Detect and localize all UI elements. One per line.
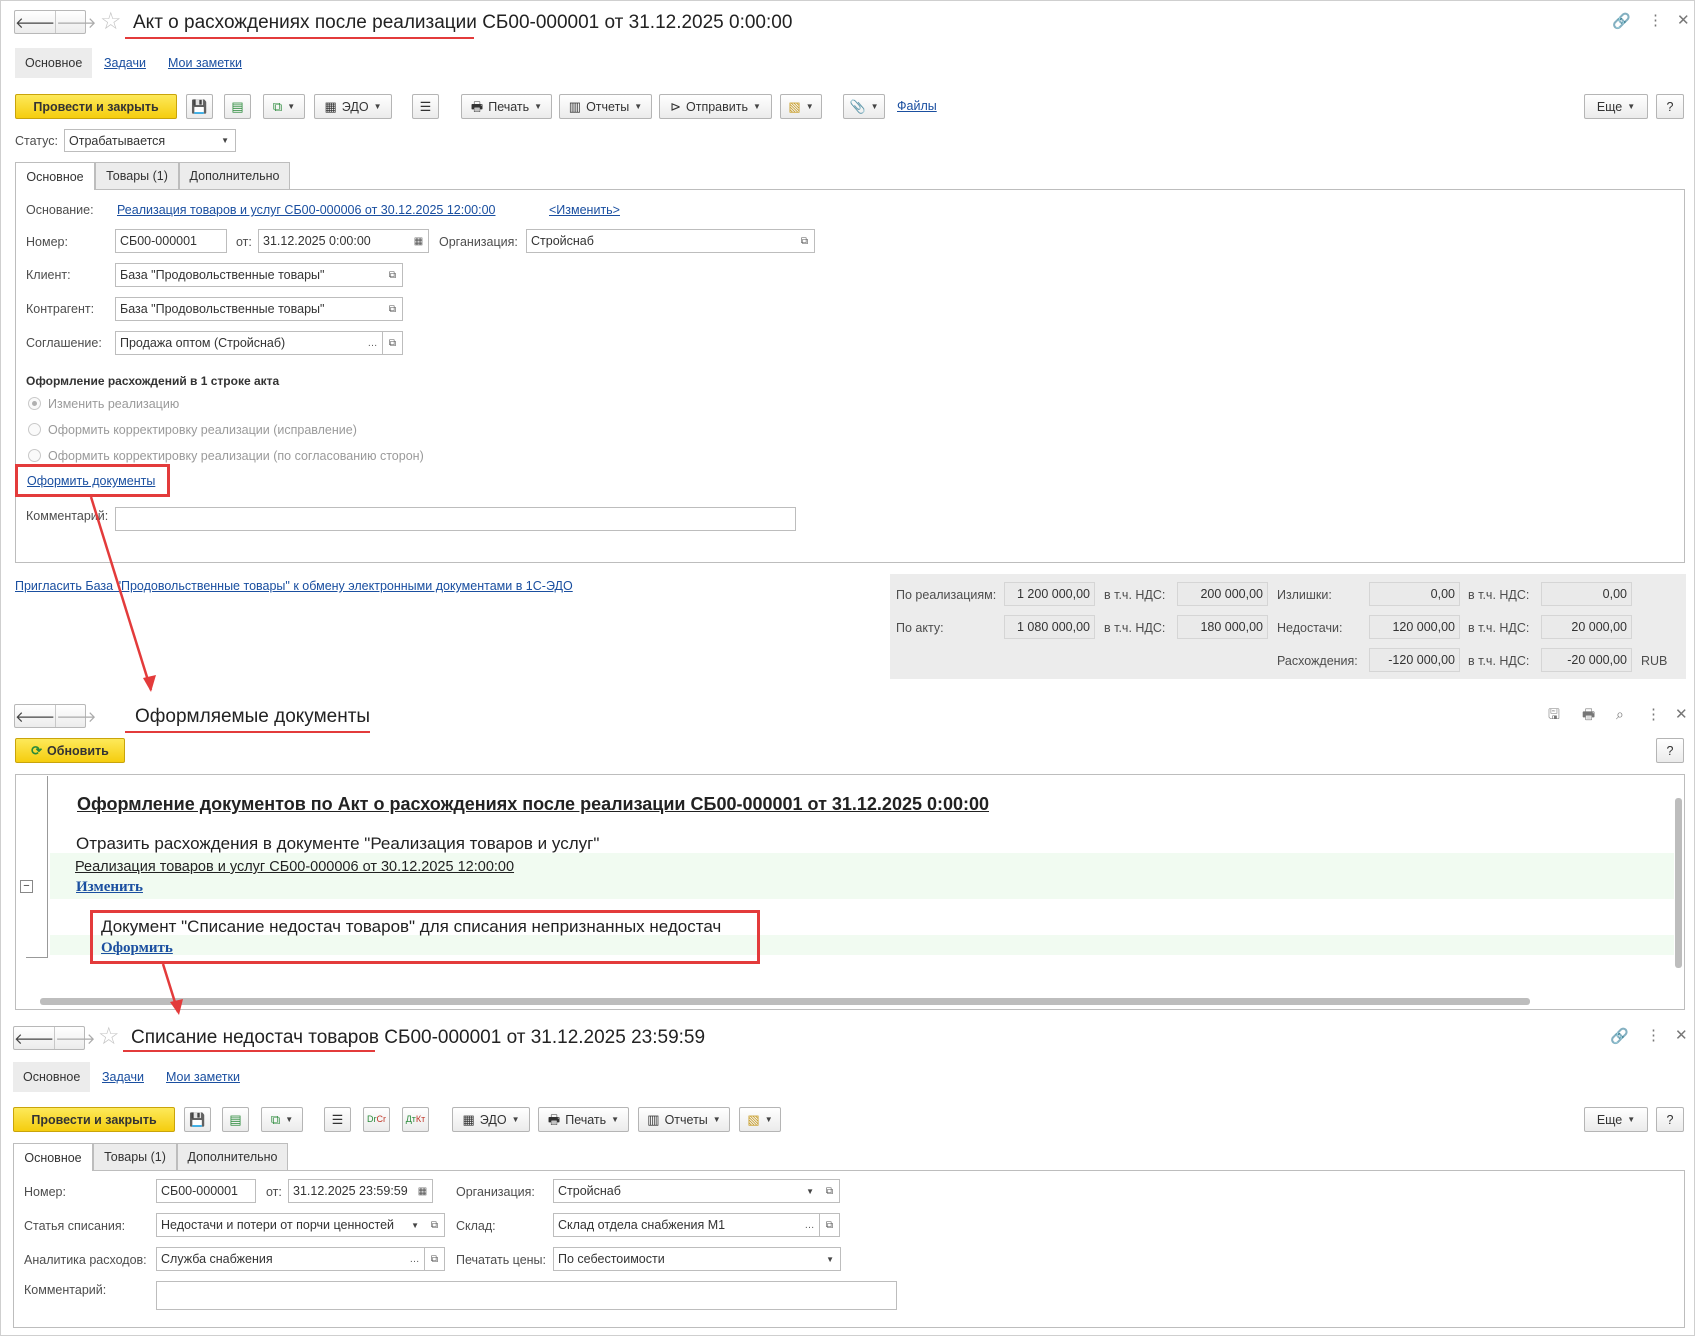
analytics-label: Аналитика расходов: bbox=[24, 1253, 147, 1267]
form-tab-goods[interactable]: Товары (1) bbox=[93, 1143, 177, 1170]
date-label: от: bbox=[266, 1185, 282, 1199]
analytics-value: Служба снабжения bbox=[161, 1252, 273, 1266]
save-button[interactable]: 💾 bbox=[184, 1107, 211, 1132]
post-document-icon: ▤ bbox=[229, 1112, 242, 1127]
open-icon[interactable]: ⧉ bbox=[425, 1213, 445, 1237]
print-prices-value: По себестоимости bbox=[558, 1252, 665, 1266]
more-label: Еще bbox=[1596, 1112, 1623, 1127]
article-label: Статья списания: bbox=[24, 1219, 126, 1233]
tab-notes[interactable]: Мои заметки bbox=[156, 1062, 250, 1092]
calendar-icon[interactable]: ▦ bbox=[413, 1179, 433, 1203]
annotation-arrows bbox=[89, 496, 183, 1015]
org-label: Организация: bbox=[456, 1185, 535, 1199]
open-icon[interactable]: ⧉ bbox=[820, 1179, 840, 1203]
debit-credit-ru-icon: ДтКт bbox=[405, 1114, 426, 1124]
chevron-down-icon: ▼ bbox=[611, 1115, 620, 1124]
org-value: Стройснаб bbox=[558, 1184, 621, 1198]
article-field[interactable]: Недостачи и потери от порчи ценностей ▼ bbox=[156, 1213, 426, 1237]
chevron-down-icon: ▼ bbox=[826, 1254, 834, 1264]
close-icon[interactable]: ✕ bbox=[1675, 1028, 1688, 1043]
print-prices-select[interactable]: По себестоимости ▼ bbox=[553, 1247, 841, 1271]
save-icon: 💾 bbox=[189, 1112, 206, 1127]
templates-button[interactable]: ▧ ▼ bbox=[739, 1107, 781, 1132]
comment-field[interactable] bbox=[156, 1281, 897, 1310]
printer-icon: 🖶 bbox=[547, 1112, 561, 1127]
chevron-down-icon: ▼ bbox=[285, 1115, 294, 1124]
open-icon[interactable]: ⧉ bbox=[425, 1247, 445, 1271]
create-based-button[interactable]: ⧉ ▼ bbox=[261, 1107, 303, 1132]
forward-arrow-icon[interactable]: 🡒 bbox=[54, 1027, 95, 1049]
print-label: Печать bbox=[565, 1112, 607, 1127]
link-icon[interactable]: 🔗 bbox=[1610, 1029, 1629, 1044]
report-icon: ▥ bbox=[647, 1112, 660, 1127]
back-forward-buttons[interactable]: 🡐 🡒 bbox=[13, 1026, 95, 1050]
writeoff-title-underline-annotation bbox=[123, 1050, 375, 1052]
chevron-down-icon: ▼ bbox=[764, 1115, 773, 1124]
date-value: 31.12.2025 23:59:59 bbox=[293, 1184, 408, 1198]
favorite-star-icon[interactable]: ☆ bbox=[98, 1025, 120, 1049]
select-ellipsis-icon[interactable]: … bbox=[405, 1247, 425, 1271]
chevron-down-icon: ▼ bbox=[1627, 1115, 1636, 1124]
print-button[interactable]: 🖶 Печать ▼ bbox=[538, 1107, 629, 1132]
reports-button[interactable]: ▥ Отчеты ▼ bbox=[638, 1107, 730, 1132]
writeoff-title: Списание недостач товаров СБ00-000001 от… bbox=[131, 1027, 706, 1048]
tab-tasks[interactable]: Задачи bbox=[92, 1062, 154, 1092]
more-vertical-icon[interactable]: ⋮ bbox=[1646, 1028, 1661, 1043]
chevron-down-icon: ▼ bbox=[806, 1186, 814, 1196]
chevron-down-icon: ▼ bbox=[511, 1115, 520, 1124]
help-button[interactable]: ? bbox=[1656, 1107, 1684, 1132]
article-value: Недостачи и потери от порчи ценностей bbox=[161, 1218, 395, 1232]
warehouse-value: Склад отдела снабжения М1 bbox=[558, 1218, 726, 1232]
warehouse-field[interactable]: Склад отдела снабжения М1 bbox=[553, 1213, 801, 1237]
select-ellipsis-icon[interactable]: … bbox=[800, 1213, 820, 1237]
create-based-icon: ⧉ bbox=[270, 1112, 281, 1127]
edo-button[interactable]: ▦ ЭДО ▼ bbox=[452, 1107, 530, 1132]
warehouse-label: Склад: bbox=[456, 1219, 496, 1233]
debit-credit-icon: DrCr bbox=[367, 1114, 386, 1124]
edo-icon: ▦ bbox=[462, 1112, 475, 1127]
more-button[interactable]: Еще ▼ bbox=[1584, 1107, 1648, 1132]
print-prices-label: Печатать цены: bbox=[456, 1253, 547, 1267]
back-arrow-icon[interactable]: 🡐 bbox=[14, 1027, 54, 1049]
tab-main[interactable]: Основное bbox=[13, 1062, 91, 1092]
post-and-close-button[interactable]: Провести и закрыть bbox=[13, 1107, 175, 1132]
number-value: СБ00-000001 bbox=[161, 1184, 239, 1198]
structure-button[interactable]: ☰ bbox=[324, 1107, 351, 1132]
document-list-icon: ☰ bbox=[331, 1112, 344, 1127]
chevron-down-icon: ▼ bbox=[712, 1115, 721, 1124]
comment-label: Комментарий: bbox=[24, 1283, 107, 1297]
form-tab-main[interactable]: Основное bbox=[15, 162, 95, 190]
edo-label: ЭДО bbox=[479, 1112, 507, 1127]
date-field[interactable]: 31.12.2025 23:59:59 bbox=[288, 1179, 414, 1203]
analytics-field[interactable]: Служба снабжения bbox=[156, 1247, 406, 1271]
form-tab-main[interactable]: Основное bbox=[13, 1143, 93, 1171]
number-label: Номер: bbox=[24, 1185, 66, 1199]
dt-ct-button[interactable]: DrCr bbox=[363, 1107, 390, 1132]
org-field[interactable]: Стройснаб ▼ bbox=[553, 1179, 821, 1203]
chevron-down-icon: ▼ bbox=[411, 1220, 419, 1230]
number-field[interactable]: СБ00-000001 bbox=[156, 1179, 256, 1203]
form-tab-additional[interactable]: Дополнительно bbox=[177, 1143, 288, 1170]
dt-kt-button[interactable]: ДтКт bbox=[402, 1107, 429, 1132]
reports-label: Отчеты bbox=[664, 1112, 708, 1127]
open-icon[interactable]: ⧉ bbox=[820, 1213, 840, 1237]
post-button[interactable]: ▤ bbox=[222, 1107, 249, 1132]
template-icon: ▧ bbox=[747, 1112, 760, 1127]
